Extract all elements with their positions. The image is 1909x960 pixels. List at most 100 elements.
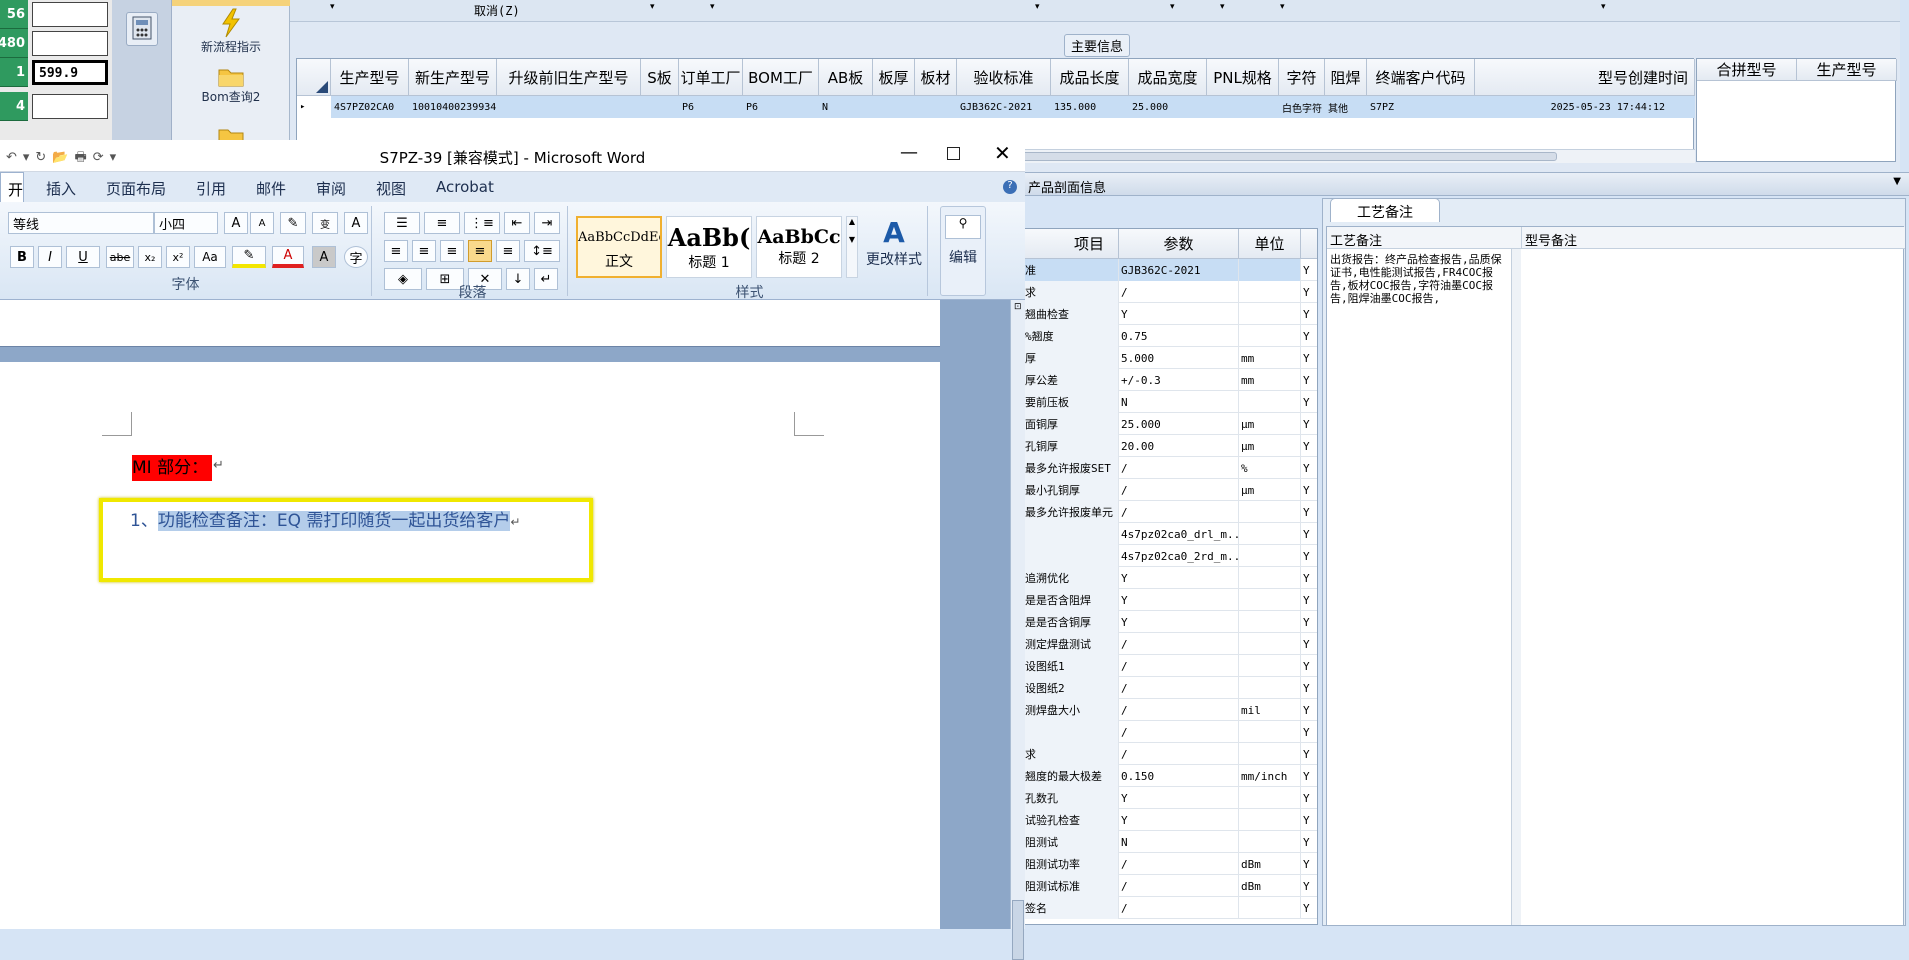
param-value[interactable]: GJB362C-2021 bbox=[1119, 259, 1239, 281]
param-item[interactable]: 要前压板 bbox=[1023, 391, 1119, 413]
col-header[interactable]: 订单工厂 bbox=[679, 59, 743, 96]
grid-cell[interactable]: P6 bbox=[743, 96, 819, 118]
col-header[interactable]: PNL规格 bbox=[1207, 59, 1279, 96]
param-row[interactable]: 阻测试功率 / dBm Y bbox=[1023, 853, 1317, 875]
param-item[interactable]: 准 bbox=[1023, 259, 1119, 281]
param-item[interactable] bbox=[1023, 721, 1119, 743]
param-unit[interactable] bbox=[1239, 501, 1301, 523]
param-flag[interactable]: Y bbox=[1301, 391, 1317, 413]
param-value[interactable]: / bbox=[1119, 853, 1239, 875]
col-header[interactable]: 型号创建时间 bbox=[1475, 59, 1695, 96]
param-flag[interactable]: Y bbox=[1301, 281, 1317, 303]
param-unit[interactable] bbox=[1239, 611, 1301, 633]
row-input[interactable] bbox=[32, 2, 108, 27]
col-header[interactable]: 合拼型号 bbox=[1697, 59, 1797, 81]
bom-query-button[interactable]: Bom查询2 bbox=[172, 64, 290, 105]
grid-cell[interactable]: 135.000 bbox=[1051, 96, 1129, 118]
param-flag[interactable]: Y bbox=[1301, 413, 1317, 435]
grid-cell[interactable]: GJB362C-2021 bbox=[957, 96, 1051, 118]
param-flag[interactable]: Y bbox=[1301, 677, 1317, 699]
param-item[interactable]: 阻测试 bbox=[1023, 831, 1119, 853]
page-current[interactable]: MI 部分： ↵ 1、功能检查备注：EQ 需打印随货一起出货给客户↵ bbox=[0, 362, 940, 929]
col-header[interactable]: 阻焊 bbox=[1325, 59, 1367, 96]
grid-cell[interactable]: 白色字符 bbox=[1279, 96, 1325, 118]
col-header[interactable]: 板材 bbox=[915, 59, 957, 96]
decrease-indent-icon[interactable]: ⇤ bbox=[504, 212, 530, 234]
param-unit[interactable]: dBm bbox=[1239, 875, 1301, 897]
param-row[interactable]: 4s7pz02ca0_drl_m... Y bbox=[1023, 523, 1317, 545]
phonetic-icon[interactable]: 变 bbox=[312, 212, 338, 234]
param-unit[interactable] bbox=[1239, 325, 1301, 347]
chevron-down-icon[interactable]: ▾ bbox=[330, 2, 335, 12]
vertical-scrollbar[interactable]: ⊡ bbox=[1010, 300, 1025, 960]
param-value[interactable]: N bbox=[1119, 831, 1239, 853]
param-row[interactable]: 试验孔检查 Y Y bbox=[1023, 809, 1317, 831]
param-item[interactable]: 签名 bbox=[1023, 897, 1119, 919]
param-row[interactable]: 要前压板 N Y bbox=[1023, 391, 1317, 413]
param-unit[interactable] bbox=[1239, 633, 1301, 655]
param-value[interactable]: / bbox=[1119, 721, 1239, 743]
param-value[interactable]: 5.000 bbox=[1119, 347, 1239, 369]
param-flag[interactable]: Y bbox=[1301, 765, 1317, 787]
param-unit[interactable] bbox=[1239, 655, 1301, 677]
param-item[interactable]: 厚 bbox=[1023, 347, 1119, 369]
font-name-select[interactable]: 等线 bbox=[8, 212, 154, 234]
param-item-header[interactable]: 项目 bbox=[1024, 228, 1114, 258]
param-unit[interactable] bbox=[1239, 897, 1301, 919]
grow-font-button[interactable]: A bbox=[224, 212, 248, 234]
param-unit[interactable] bbox=[1239, 743, 1301, 765]
param-row[interactable]: 追溯优化 Y Y bbox=[1023, 567, 1317, 589]
param-unit[interactable]: mm bbox=[1239, 347, 1301, 369]
new-flow-button[interactable]: 新流程指示 bbox=[172, 8, 290, 55]
param-row[interactable]: 最多允许报废单元 / Y bbox=[1023, 501, 1317, 523]
align-right-icon[interactable]: ≡ bbox=[440, 240, 464, 262]
param-flag[interactable]: Y bbox=[1301, 699, 1317, 721]
param-item[interactable]: 最多允许报废单元 bbox=[1023, 501, 1119, 523]
align-left-icon[interactable]: ≡ bbox=[384, 240, 408, 262]
multilevel-list-icon[interactable]: ⋮≡ bbox=[464, 212, 500, 234]
param-row[interactable]: 阻测试标准 / dBm Y bbox=[1023, 875, 1317, 897]
param-value[interactable]: Y bbox=[1119, 589, 1239, 611]
param-value[interactable]: Y bbox=[1119, 809, 1239, 831]
param-grid[interactable]: 参数 单位 准 GJB362C-2021 Y 求 / Y 翘曲检查 Y Y 翘度% 0.75 Y 厚 5.… bbox=[1022, 228, 1318, 925]
increase-indent-icon[interactable]: ⇥ bbox=[534, 212, 560, 234]
grid-cell[interactable]: 其他 bbox=[1325, 96, 1367, 118]
param-unit[interactable] bbox=[1239, 281, 1301, 303]
param-row[interactable]: 测定焊盘测试 / Y bbox=[1023, 633, 1317, 655]
param-flag[interactable]: Y bbox=[1301, 545, 1317, 567]
col-header[interactable]: BOM工厂 bbox=[743, 59, 819, 96]
row-input[interactable] bbox=[32, 94, 108, 119]
mi-heading[interactable]: MI 部分： bbox=[132, 455, 213, 481]
param-item[interactable]: 设图纸2 bbox=[1023, 677, 1119, 699]
param-unit[interactable] bbox=[1239, 589, 1301, 611]
param-value[interactable]: / bbox=[1119, 677, 1239, 699]
param-row[interactable]: 签名 / Y bbox=[1023, 897, 1317, 919]
param-value[interactable]: Y bbox=[1119, 787, 1239, 809]
row-input[interactable] bbox=[32, 31, 108, 56]
cancel-button[interactable]: 取消(Z) bbox=[474, 2, 520, 19]
param-row[interactable]: 最多允许报废SET /% Y bbox=[1023, 457, 1317, 479]
grid-cell[interactable] bbox=[873, 96, 915, 118]
align-center-icon[interactable]: ≡ bbox=[412, 240, 436, 262]
help-icon[interactable]: ? bbox=[1003, 180, 1017, 194]
styles-scroll[interactable]: ▲ ▼ bbox=[846, 216, 858, 278]
close-button[interactable]: ✕ bbox=[994, 141, 1011, 165]
param-flag[interactable]: Y bbox=[1301, 501, 1317, 523]
param-item[interactable]: 设图纸1 bbox=[1023, 655, 1119, 677]
param-unit[interactable]: % bbox=[1239, 457, 1301, 479]
chevron-down-icon[interactable]: ▾ bbox=[1280, 2, 1285, 12]
col-header[interactable]: 新生产型号 bbox=[409, 59, 497, 96]
param-flag[interactable]: Y bbox=[1301, 479, 1317, 501]
chevron-down-icon[interactable]: ▾ bbox=[710, 2, 715, 12]
param-row[interactable]: 测焊盘大小 / mil Y bbox=[1023, 699, 1317, 721]
param-flag[interactable]: Y bbox=[1301, 875, 1317, 897]
param-flag[interactable]: Y bbox=[1301, 831, 1317, 853]
chevron-down-icon[interactable]: ▾ bbox=[1601, 2, 1606, 12]
param-item[interactable]: 测定焊盘测试 bbox=[1023, 633, 1119, 655]
param-row[interactable]: 翘度的最大极差 0.150 mm/inch Y bbox=[1023, 765, 1317, 787]
param-item[interactable] bbox=[1023, 523, 1119, 545]
ruler-toggle-icon[interactable]: ⊡ bbox=[1014, 302, 1022, 312]
grid-cell[interactable] bbox=[1207, 96, 1279, 118]
col-header[interactable]: 成品宽度 bbox=[1129, 59, 1207, 96]
param-item[interactable]: 是是否含阻焊 bbox=[1023, 589, 1119, 611]
